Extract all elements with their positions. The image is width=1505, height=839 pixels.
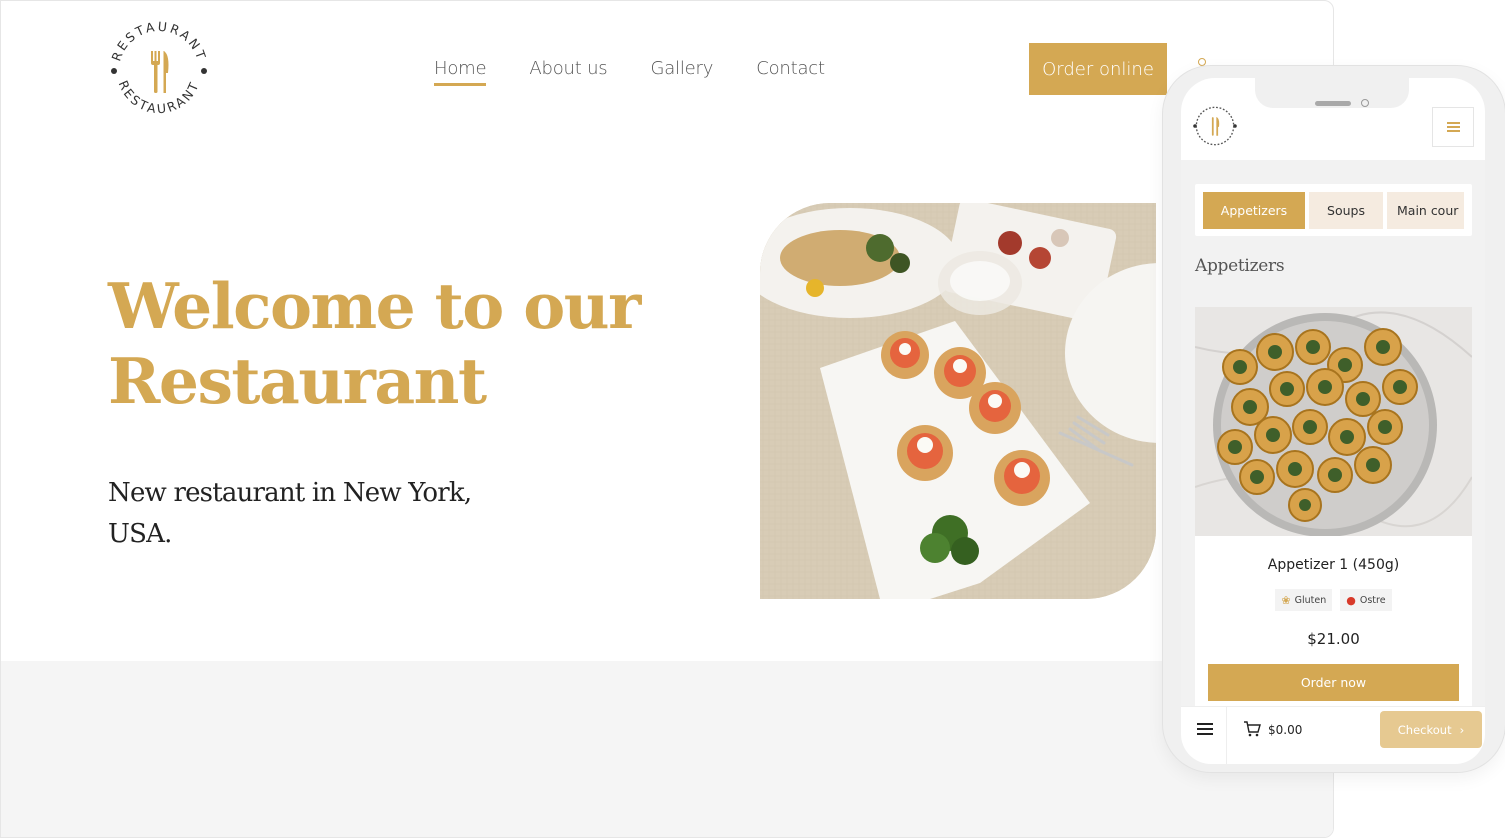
product-card: Appetizer 1 (450g) ❀ Gluten ● Ostre $21.…	[1195, 307, 1472, 727]
hero-title-line2: Restaurant	[108, 344, 487, 418]
nav-home[interactable]: Home	[434, 57, 487, 86]
chili-icon: ●	[1346, 593, 1356, 607]
order-now-button[interactable]: Order now	[1208, 664, 1459, 701]
nav-gallery[interactable]: Gallery	[651, 57, 714, 81]
tag-gluten: ❀ Gluten	[1275, 589, 1333, 611]
tab-main-course[interactable]: Main cour	[1387, 192, 1464, 229]
tab-soups[interactable]: Soups	[1309, 192, 1383, 229]
tag-ostre: ● Ostre	[1340, 589, 1392, 611]
tag-gluten-label: Gluten	[1294, 594, 1327, 606]
product-name: Appetizer 1 (450g)	[1267, 557, 1400, 573]
mobile-logo[interactable]	[1191, 102, 1239, 150]
wheat-icon: ❀	[1281, 593, 1291, 607]
hero-subtitle-line1: New restaurant in New York,	[108, 478, 472, 508]
product-photo[interactable]	[1195, 307, 1472, 536]
decor-dot	[1198, 58, 1206, 66]
bottom-divider	[1226, 707, 1227, 764]
phone-mockup: Appetizers Soups Main cour Appetizers Ap…	[1163, 66, 1505, 772]
restaurant-logo[interactable]: RESTAURANT RESTAURANT	[105, 17, 213, 125]
hero-subtitle-line2: USA.	[108, 519, 172, 549]
nav-contact[interactable]: Contact	[756, 57, 825, 81]
footer-band	[1, 661, 1333, 837]
logo-text-bottom: RESTAURANT	[116, 78, 200, 116]
product-price: $21.00	[1307, 630, 1360, 648]
hero-title: Welcome to our Restaurant	[108, 269, 668, 419]
cart-total: $0.00	[1268, 723, 1303, 737]
phone-camera	[1361, 99, 1369, 107]
checkout-label: Checkout	[1397, 722, 1452, 737]
checkout-button[interactable]: Checkout ›	[1380, 711, 1482, 748]
hero-title-line1: Welcome to our	[108, 269, 641, 343]
svg-text:RESTAURANT: RESTAURANT	[116, 78, 203, 116]
logo-emblem: RESTAURANT RESTAURANT	[108, 19, 207, 117]
mobile-menu-button[interactable]	[1432, 107, 1474, 147]
mobile-screen: Appetizers Soups Main cour Appetizers Ap…	[1181, 78, 1485, 764]
order-online-button[interactable]: Order online	[1029, 43, 1167, 95]
section-title: Appetizers	[1195, 256, 1285, 276]
cart-icon[interactable]	[1243, 721, 1261, 741]
main-nav: Home About us Gallery Contact	[434, 57, 868, 86]
hero-subtitle: New restaurant in New York, USA.	[108, 473, 528, 555]
phone-speaker	[1315, 101, 1351, 106]
category-tabs: Appetizers Soups Main cour	[1195, 184, 1472, 236]
mobile-bottom-bar: $0.00 Checkout ›	[1181, 706, 1485, 764]
desktop-site: RESTAURANT RESTAURANT Home About us Gall…	[0, 0, 1334, 838]
chevron-right-icon: ›	[1459, 722, 1465, 737]
product-tags: ❀ Gluten ● Ostre	[1195, 589, 1472, 611]
hero-food-photo	[760, 203, 1156, 599]
bottom-menu-icon[interactable]	[1197, 723, 1213, 735]
tag-ostre-label: Ostre	[1359, 594, 1386, 606]
hamburger-icon	[1446, 126, 1460, 128]
tab-appetizers[interactable]: Appetizers	[1203, 192, 1305, 229]
nav-about-us[interactable]: About us	[529, 57, 607, 81]
